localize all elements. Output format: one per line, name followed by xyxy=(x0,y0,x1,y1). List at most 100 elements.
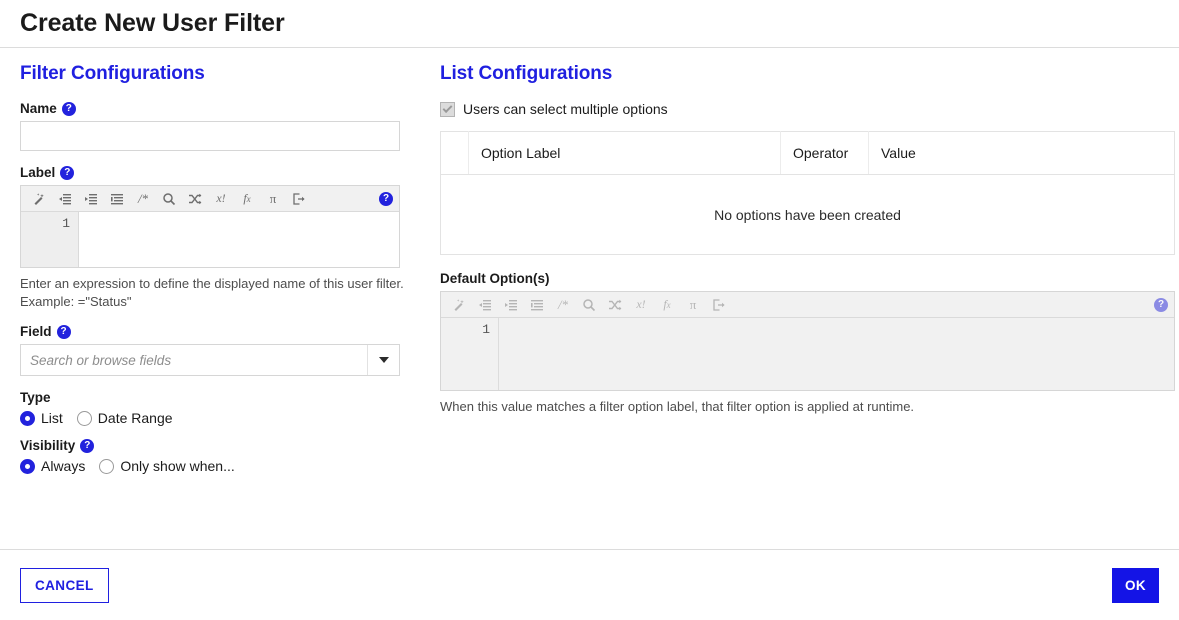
name-help-icon[interactable]: ? xyxy=(61,101,76,116)
type-group: Type List Date Range xyxy=(20,390,420,426)
label-hint: Enter an expression to define the displa… xyxy=(20,276,404,309)
name-group: Name ? xyxy=(20,101,420,151)
chevron-down-icon xyxy=(378,357,389,364)
label-expression-editor: /* x! fx π ? 1 xyxy=(20,185,400,268)
field-combobox[interactable] xyxy=(20,344,400,377)
dialog-titlebar: Create New User Filter xyxy=(0,0,1179,48)
pi-icon[interactable]: π xyxy=(681,294,705,316)
variable-icon[interactable]: x! xyxy=(209,188,233,210)
type-option-date-range[interactable]: Date Range xyxy=(76,410,173,427)
magic-wand-icon[interactable] xyxy=(27,188,51,210)
label-editor-area: 1 xyxy=(21,212,399,267)
field-label: Field ? xyxy=(20,324,420,339)
dialog-footer: CANCEL OK xyxy=(0,549,1179,620)
column-operator: Operator xyxy=(780,131,869,175)
visibility-option-always[interactable]: Always xyxy=(20,458,85,474)
label-label-text: Label xyxy=(20,165,56,180)
filter-configurations-panel: Filter Configurations Name ? Label ? /* … xyxy=(20,63,420,549)
dialog-body: Filter Configurations Name ? Label ? /* … xyxy=(0,49,1179,549)
comment-icon[interactable]: /* xyxy=(131,188,155,210)
multi-select-checkbox[interactable] xyxy=(440,101,455,117)
visibility-radio-group: Always Only show when... xyxy=(20,458,420,474)
field-help-icon[interactable]: ? xyxy=(56,324,71,339)
name-input[interactable] xyxy=(20,121,400,151)
default-options-label: Default Option(s) xyxy=(440,271,1175,286)
check-icon xyxy=(442,102,453,113)
default-options-code[interactable] xyxy=(499,318,1174,390)
default-options-help-icon[interactable]: ? xyxy=(1154,297,1168,312)
label-help-icon[interactable]: ? xyxy=(60,165,75,180)
shuffle-icon[interactable] xyxy=(603,294,627,316)
field-label-text: Field xyxy=(20,324,52,340)
options-table-header-row: Option Label Operator Value xyxy=(440,131,1175,175)
type-option-list[interactable]: List xyxy=(20,410,63,426)
visibility-group: Visibility ? Always Only show when... xyxy=(20,438,420,474)
default-options-group: Default Option(s) /* x! f x π ? 1 When t… xyxy=(440,271,1175,416)
default-options-editor-area: 1 xyxy=(441,318,1174,390)
type-list-label: List xyxy=(41,410,63,427)
options-table: Option Label Operator Value No options h… xyxy=(440,131,1175,255)
default-options-toolbar: /* x! fx π ? xyxy=(441,292,1174,318)
magic-wand-icon[interactable] xyxy=(447,294,471,316)
shuffle-icon[interactable] xyxy=(183,188,207,210)
format-lines-icon[interactable] xyxy=(105,188,129,210)
search-icon[interactable] xyxy=(157,188,181,210)
visibility-always-radio[interactable] xyxy=(20,458,35,474)
type-date-range-radio[interactable] xyxy=(76,410,92,426)
options-table-body: No options have been created xyxy=(441,175,1175,255)
name-label-text: Name xyxy=(20,101,57,116)
multi-select-label: Users can select multiple options xyxy=(463,101,668,117)
options-empty-message: No options have been created xyxy=(714,206,901,223)
comment-icon[interactable]: /* xyxy=(551,294,575,316)
type-list-radio[interactable] xyxy=(20,410,35,426)
visibility-conditional-radio[interactable] xyxy=(99,458,115,474)
export-icon[interactable] xyxy=(707,294,731,316)
export-icon[interactable] xyxy=(287,188,311,210)
field-search-input[interactable] xyxy=(21,345,367,376)
function-icon[interactable]: fx xyxy=(655,294,679,316)
column-value: Value xyxy=(868,131,1175,175)
name-label: Name ? xyxy=(20,101,420,116)
label-group: Label ? /* x! f x π ? 1 Enter an express… xyxy=(20,165,420,310)
indent-icon[interactable] xyxy=(499,294,523,316)
table-row: No options have been created xyxy=(441,175,1175,255)
indent-icon[interactable] xyxy=(79,188,103,210)
create-user-filter-dialog: Create New User Filter Filter Configurat… xyxy=(0,0,1179,620)
column-handle xyxy=(440,131,469,175)
label-editor-help-icon[interactable]: ? xyxy=(379,191,393,206)
type-radio-group: List Date Range xyxy=(20,410,420,426)
visibility-label: Visibility ? xyxy=(20,438,420,453)
visibility-conditional-label: Only show when... xyxy=(120,458,235,475)
outdent-icon[interactable] xyxy=(53,188,77,210)
pi-icon[interactable]: π xyxy=(261,188,285,210)
type-label-text: Type xyxy=(20,390,51,406)
search-icon[interactable] xyxy=(577,294,601,316)
visibility-help-icon[interactable]: ? xyxy=(80,438,95,453)
label-editor-code[interactable] xyxy=(79,212,399,267)
filter-configurations-title: Filter Configurations xyxy=(20,63,205,84)
variable-icon[interactable]: x! xyxy=(629,294,653,316)
outdent-icon[interactable] xyxy=(473,294,497,316)
cancel-button[interactable]: CANCEL xyxy=(20,567,109,603)
visibility-always-label: Always xyxy=(41,458,86,475)
default-options-editor: /* x! fx π ? 1 xyxy=(440,291,1175,391)
ok-button[interactable]: OK xyxy=(1111,567,1159,603)
function-icon[interactable]: fx xyxy=(235,188,259,210)
label-label: Label ? xyxy=(20,165,420,180)
label-editor-gutter: 1 xyxy=(21,212,79,267)
column-option-label: Option Label xyxy=(468,131,781,175)
field-dropdown-toggle[interactable] xyxy=(367,345,399,376)
format-lines-icon[interactable] xyxy=(525,294,549,316)
page-title: Create New User Filter xyxy=(20,9,285,37)
visibility-option-conditional[interactable]: Only show when... xyxy=(99,458,235,475)
visibility-label-text: Visibility xyxy=(20,438,76,454)
list-configurations-panel: List Configurations Users can select mul… xyxy=(420,63,1175,549)
list-configurations-title: List Configurations xyxy=(440,63,613,84)
type-label: Type xyxy=(20,390,420,405)
field-group: Field ? xyxy=(20,324,420,377)
multi-select-row[interactable]: Users can select multiple options xyxy=(440,101,1175,117)
default-options-label-text: Default Option(s) xyxy=(440,271,550,286)
type-date-range-label: Date Range xyxy=(97,410,173,427)
default-options-hint: When this value matches a filter option … xyxy=(440,399,915,414)
label-editor-toolbar: /* x! fx π ? xyxy=(21,186,399,212)
